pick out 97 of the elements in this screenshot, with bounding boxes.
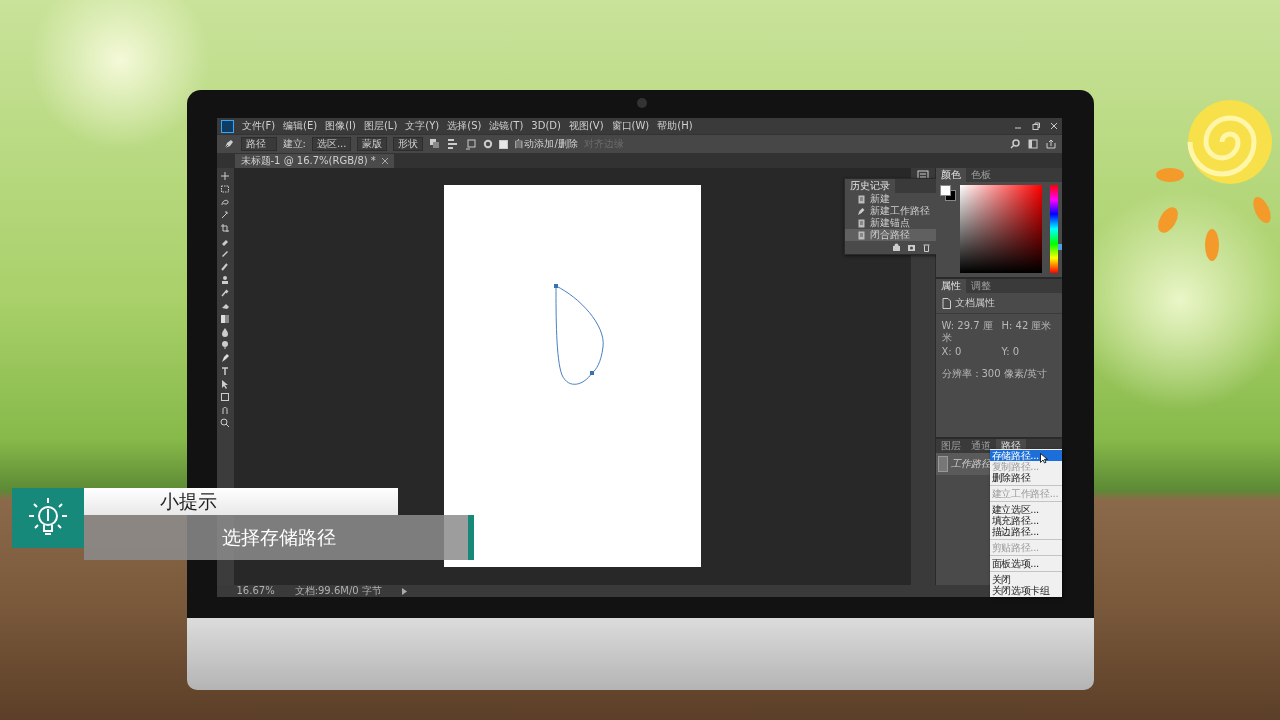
tool-icon[interactable] [220,210,231,220]
menu-item[interactable]: 描边路径... [989,526,1062,537]
property-field: W: 29.7 厘米 [941,320,996,344]
menu-item[interactable]: 关闭选项卡组 [989,585,1062,596]
close-icon[interactable] [1049,122,1058,130]
tool-icon[interactable] [220,418,231,428]
screen-mode-icon[interactable] [1027,139,1038,149]
tool-icon[interactable] [220,366,231,376]
history-item[interactable]: 新建工作路径 [844,205,937,217]
option-button[interactable]: 形状 [393,137,424,151]
menu-item[interactable]: 面板选项... [989,558,1062,569]
menu-item[interactable]: 选择(S) [447,120,482,132]
trash-icon[interactable] [921,243,931,252]
menu-item[interactable]: 滤镜(T) [489,120,524,132]
cursor-icon [1039,453,1048,464]
gear-icon[interactable] [483,139,494,149]
properties-heading: 文档属性 [954,297,995,309]
tool-icon[interactable] [220,197,231,207]
option-button[interactable]: 选区... [311,137,352,151]
property-field: X: 0 [941,346,996,358]
panel-tab[interactable]: 图层 [935,439,966,453]
search-icon[interactable] [1009,139,1020,149]
auto-add-checkbox[interactable] [499,139,509,149]
menu-item[interactable]: 图像(I) [325,120,356,132]
document-icon [941,297,951,309]
restore-icon[interactable] [1031,122,1040,130]
tool-icon[interactable] [220,327,231,337]
menu-item[interactable]: 删除路径 [989,472,1062,483]
panel-tab[interactable]: 颜色 [935,168,966,182]
history-item[interactable]: 新建 [844,193,937,205]
tool-icon[interactable] [220,340,231,350]
tool-icon[interactable] [220,353,231,363]
panel-tab[interactable]: 通道 [965,439,996,453]
share-icon[interactable] [1045,139,1056,149]
tool-icon[interactable] [220,288,231,298]
history-label: 新建工作路径 [869,205,930,217]
path-thumbnail [937,456,948,472]
history-label: 闭合路径 [869,229,910,241]
property-field: H: 42 厘米 [1001,320,1056,344]
menu-item[interactable]: 图层(L) [363,120,398,132]
camera-icon[interactable] [906,243,916,252]
path-operations-icon[interactable] [429,138,442,150]
menu-item[interactable]: 建立选区... [989,504,1062,515]
tool-icon[interactable] [220,184,231,194]
menu-item[interactable]: 视图(V) [568,120,604,132]
tool-icon[interactable] [220,262,231,272]
color-swatches-icon[interactable] [939,185,956,201]
path-alignment-icon[interactable] [447,138,460,150]
history-label: 新建 [869,193,890,205]
pen-icon [856,206,866,216]
menu-item[interactable]: 编辑(E) [283,120,318,132]
menu-item[interactable]: 窗口(W) [611,120,650,132]
tip-title: 小提示 [84,488,398,515]
property-field: Y: 0 [1001,346,1056,358]
panel-tab[interactable]: 色板 [965,168,996,182]
tool-icon[interactable] [220,392,231,402]
panel-tab[interactable]: 调整 [965,279,996,293]
tool-icon[interactable] [220,223,231,233]
menu-item[interactable]: 3D(D) [531,120,561,132]
menu-item[interactable]: 帮助(H) [657,120,693,132]
tool-icon[interactable] [220,301,231,311]
menu-item[interactable]: 文字(Y) [405,120,440,132]
document-tab[interactable]: 未标题-1 @ 16.7%(RGB/8) * [234,154,394,168]
tool-mode-dropdown[interactable]: 路径 [240,137,277,151]
history-item[interactable]: 新建锚点 [844,217,937,229]
new-document-from-state-icon[interactable] [891,243,901,252]
tip-text: 选择存储路径 [84,515,474,560]
app-logo-icon [220,119,234,133]
color-field[interactable] [959,185,1042,273]
camera-dot [636,98,647,108]
document-icon [856,230,866,240]
close-icon[interactable] [381,158,388,164]
document-icon [856,194,866,204]
zoom-level: 16.67% [236,585,275,597]
document-icon [856,218,866,228]
menu-item[interactable]: 填充路径... [989,515,1062,526]
tool-icon[interactable] [220,249,231,259]
panel-tab[interactable]: 历史记录 [844,179,895,193]
menu-item[interactable]: 关闭 [989,574,1062,585]
tool-icon[interactable] [220,405,231,415]
resolution-text: 分辨率：300 像素/英寸 [940,367,1049,381]
checkbox-label: 自动添加/删除 [514,138,578,150]
tool-icon[interactable] [220,275,231,285]
history-item[interactable]: 闭合路径 [844,229,937,241]
document-title: 未标题-1 @ 16.7%(RGB/8) * [240,155,376,167]
caret-icon[interactable] [401,587,407,595]
path-arrangement-icon[interactable] [465,138,478,150]
pen-tool-icon[interactable] [222,138,235,150]
history-label: 新建锚点 [869,217,910,229]
tool-icon[interactable] [220,314,231,324]
panel-tab[interactable]: 属性 [935,279,966,293]
menu-item[interactable]: 文件(F) [241,120,276,132]
document-info: 文档:99.6M/0 字节 [294,585,382,597]
make-label: 建立: [282,138,306,150]
tool-icon[interactable] [220,171,231,181]
option-button[interactable]: 蒙版 [357,137,388,151]
slider-thumb[interactable] [1057,244,1062,251]
